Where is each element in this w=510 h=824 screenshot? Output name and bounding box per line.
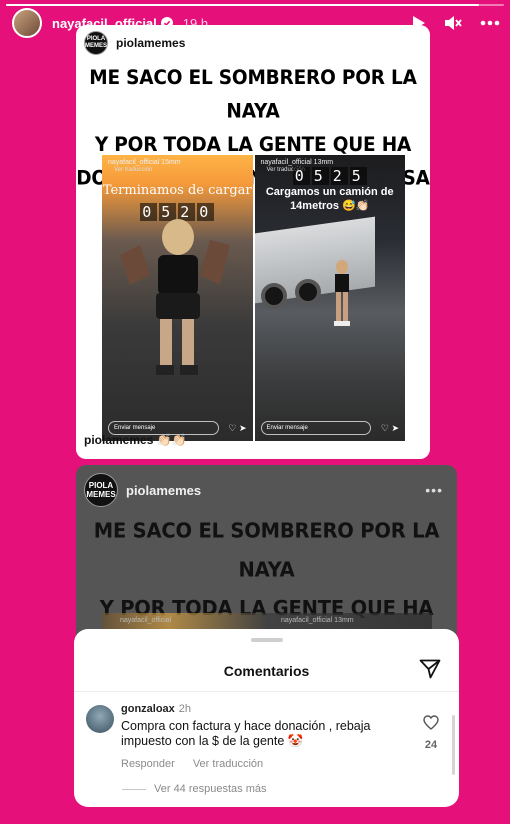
woman-figure: [120, 219, 230, 375]
headline-line: ME SACO EL SOMBRERO POR LA NAYA: [93, 518, 440, 582]
caption-username[interactable]: piolamemes: [84, 433, 153, 447]
post-photos: nayafacil_official 15mm Ver traducción T…: [102, 155, 405, 441]
replies-line: [122, 788, 146, 790]
truck-wheel: [294, 279, 321, 305]
screenshot-username: nayafacil_official 15mm: [108, 159, 181, 166]
post-username: piolamemes: [126, 482, 202, 498]
post-header: PIOLA MEMES piolamemes •••: [76, 465, 457, 515]
comment-username[interactable]: gonzaloax: [121, 703, 175, 715]
countdown-counter: 0525: [292, 167, 367, 185]
sheet-divider: [74, 691, 459, 692]
post-header: PIOLA MEMES piolamemes: [76, 25, 430, 61]
speaker-muted-icon[interactable]: [444, 15, 462, 31]
comment-body: gonzaloax 2h Compra con factura y hace do…: [121, 703, 401, 770]
heart-send-icons: ♡ ➤: [380, 423, 399, 433]
piolamemes-logo: PIOLA MEMES: [84, 473, 118, 507]
screenshot-username: nayafacil_official 13mm: [260, 159, 334, 166]
comments-sheet[interactable]: Comentarios gonzaloax 2h Compra con factu…: [74, 629, 459, 807]
screenshot-caption: Terminamos de cargar: [102, 183, 252, 198]
strip-label: nayafacil_official 13mm: [281, 617, 354, 624]
view-more-replies[interactable]: Ver 44 respuestas más: [122, 783, 267, 795]
story-avatar[interactable]: [12, 8, 42, 38]
shared-post-card[interactable]: PIOLA MEMES piolamemes ME SACO EL SOMBRER…: [76, 25, 430, 459]
comments-scrollbar[interactable]: [452, 715, 455, 775]
heart-icon[interactable]: [423, 715, 439, 730]
comment-text: Compra con factura y hace donación , reb…: [121, 719, 371, 748]
woman-figure: [333, 260, 350, 326]
heart-send-icons: ♡ ➤: [228, 423, 247, 433]
more-horizontal-icon[interactable]: [480, 20, 500, 26]
caption-text: 👏🏻👏🏻: [156, 433, 187, 447]
strip-label: nayafacil_official: [120, 617, 172, 624]
like-count: 24: [424, 739, 438, 751]
comment-like[interactable]: 24: [421, 715, 441, 751]
share-send-icon[interactable]: [419, 659, 441, 679]
comments-title: Comentarios: [223, 663, 310, 679]
comment-header: gonzaloax 2h: [121, 703, 401, 715]
more-horizontal-icon: •••: [425, 482, 443, 498]
post-username[interactable]: piolamemes: [116, 36, 185, 50]
piolamemes-logo[interactable]: PIOLA MEMES: [84, 31, 108, 55]
reply-button[interactable]: Responder: [121, 758, 175, 770]
story-screenshot-right: nayafacil_official 13mm Ver traducción 0…: [254, 155, 405, 441]
story-screenshot-left: nayafacil_official 15mm Ver traducción T…: [102, 155, 253, 441]
story-view[interactable]: nayafacil_official 19 h PIOLA MEMES piola…: [0, 0, 510, 824]
screenshot-caption: Cargamos un camión de 14metros 😅👏🏻: [265, 186, 394, 212]
sheet-drag-handle[interactable]: [250, 638, 283, 642]
send-message-field: Enviar mensaje: [260, 421, 371, 435]
more-replies-label[interactable]: Ver 44 respuestas más: [154, 783, 267, 795]
screenshot-translate: Ver traducción: [114, 167, 153, 173]
comment-time: 2h: [178, 703, 192, 715]
comment-actions: Responder Ver traducción: [121, 758, 401, 770]
story-progress-bar: [6, 4, 504, 6]
truck-wheel: [260, 283, 287, 309]
headline-line: ME SACO EL SOMBRERO POR LA NAYA: [89, 67, 417, 123]
story-progress-fill: [6, 4, 480, 6]
post-caption: piolamemes 👏🏻👏🏻: [84, 433, 187, 447]
commenter-avatar[interactable]: [86, 705, 114, 733]
translate-button[interactable]: Ver traducción: [193, 758, 263, 770]
